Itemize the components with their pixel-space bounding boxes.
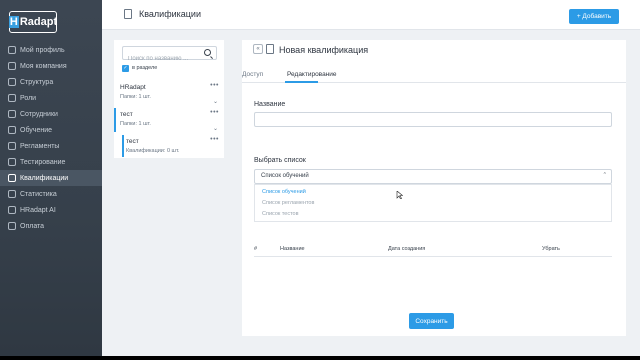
sidebar-item-label: Тестирование [20, 158, 66, 166]
list-dropdown: Список обучений Список регламентов Списо… [254, 184, 612, 222]
column-header-name: Название [280, 246, 305, 252]
folder-panel: ✓ в разделе HRadapt ••• Папки: 1 шт. ⌄ т… [114, 40, 224, 158]
save-button[interactable]: Сохранить [409, 313, 454, 329]
test-icon [8, 158, 16, 166]
sidebar-item-label: Регламенты [20, 142, 60, 150]
document-icon [8, 142, 16, 150]
main-area: Квалификации + Добавить ✓ в разделе HRad… [102, 0, 640, 356]
folder-count: Папки: 1 шт. [120, 121, 151, 127]
sidebar-item-payment[interactable]: Оплата [0, 218, 102, 234]
search-icon[interactable] [204, 49, 211, 56]
sidebar-item-testing[interactable]: Тестирование [0, 154, 102, 170]
in-section-checkbox[interactable]: ✓ [122, 65, 129, 72]
sidebar-item-qualifications[interactable]: Квалификации [0, 170, 102, 186]
active-tab-indicator [285, 81, 318, 83]
more-icon[interactable]: ••• [210, 136, 219, 143]
sidebar-item-label: Моя компания [20, 62, 67, 70]
checkbox-label: в разделе [132, 65, 158, 71]
sidebar-item-label: HRadapt AI [20, 206, 56, 214]
column-header-date: Дата создания [388, 246, 426, 252]
qualification-editor: « Новая квалификация Доступ Редактирован… [242, 40, 626, 336]
folder-name: тест [126, 138, 139, 145]
list-select[interactable]: Список обучений ˆ [254, 169, 612, 184]
stats-icon [8, 190, 16, 198]
document-icon [124, 9, 132, 19]
name-label: Название [254, 101, 286, 108]
editor-title: Новая квалификация [279, 45, 369, 55]
folder-item[interactable]: HRadapt ••• Папки: 1 шт. ⌄ [114, 82, 224, 106]
sidebar-item-label: Мой профиль [20, 46, 65, 54]
ai-icon [8, 206, 16, 214]
sidebar-item-label: Обучение [20, 126, 53, 134]
sidebar-item-ai[interactable]: HRadapt AI [0, 202, 102, 218]
book-icon [8, 126, 16, 134]
chart-icon [8, 174, 16, 182]
top-bar: Квалификации + Добавить [102, 0, 640, 30]
payment-icon [8, 222, 16, 230]
folder-item[interactable]: тест ••• Папки: 1 шт. ⌄ [114, 109, 224, 133]
chevron-down-icon[interactable]: ⌄ [213, 125, 218, 132]
tab-editing[interactable]: Редактирование [287, 71, 337, 78]
tab-access[interactable]: Доступ [242, 71, 263, 78]
sidebar-nav: Мой профиль Моя компания Структура Роли … [0, 42, 102, 234]
user-icon [8, 46, 16, 54]
search-field[interactable] [122, 46, 217, 65]
sidebar-item-label: Структура [20, 78, 54, 86]
sidebar-item-label: Сотрудники [20, 110, 58, 118]
sidebar-item-label: Роли [20, 94, 37, 102]
hradapt-logo[interactable]: H Radapt [8, 11, 58, 33]
folder-name: тест [120, 111, 133, 118]
folder-name: HRadapt [120, 84, 146, 91]
list-label: Выбрать список [254, 157, 306, 164]
add-button[interactable]: + Добавить [569, 9, 619, 24]
sidebar-item-company[interactable]: Моя компания [0, 58, 102, 74]
tab-bar: Доступ Редактирование [242, 68, 626, 83]
sidebar-item-roles[interactable]: Роли [0, 90, 102, 106]
table-divider [254, 256, 612, 257]
folder-item[interactable]: тест ••• Квалификации: 0 шт. [120, 136, 224, 158]
sidebar-item-training[interactable]: Обучение [0, 122, 102, 138]
mouse-cursor-icon [396, 191, 403, 199]
select-value: Список обучений [261, 173, 309, 179]
chevron-up-icon: ˆ [603, 173, 606, 180]
sidebar-item-statistics[interactable]: Статистика [0, 186, 102, 202]
sidebar-item-profile[interactable]: Мой профиль [0, 42, 102, 58]
logo-h: H [8, 16, 19, 28]
sidebar-item-label: Оплата [20, 222, 45, 230]
option-regulations[interactable]: Список регламентов [262, 200, 314, 206]
employees-icon [8, 110, 16, 118]
sidebar: H Radapt Мой профиль Моя компания Структу… [0, 0, 102, 356]
more-icon[interactable]: ••• [210, 109, 219, 116]
logo-text: Radapt [19, 16, 58, 28]
roles-icon [8, 94, 16, 102]
sidebar-item-label: Квалификации [20, 174, 69, 182]
chevron-down-icon[interactable]: ⌄ [213, 98, 218, 105]
double-chevron-left-icon: « [256, 46, 260, 52]
sidebar-item-structure[interactable]: Структура [0, 74, 102, 90]
column-header-number: # [254, 246, 258, 252]
document-icon [266, 44, 274, 54]
building-icon [8, 62, 16, 70]
option-tests[interactable]: Список тестов [262, 211, 299, 217]
sidebar-item-regulations[interactable]: Регламенты [0, 138, 102, 154]
option-trainings[interactable]: Список обучений [262, 189, 306, 195]
folder-count: Папки: 1 шт. [120, 94, 151, 100]
column-header-remove: Убрать [542, 246, 560, 252]
name-input[interactable] [254, 112, 612, 127]
folder-count: Квалификации: 0 шт. [126, 148, 180, 154]
search-input[interactable] [123, 53, 199, 65]
more-icon[interactable]: ••• [210, 82, 219, 89]
collapse-button[interactable]: « [253, 44, 263, 54]
structure-icon [8, 78, 16, 86]
sidebar-item-label: Статистика [20, 190, 57, 198]
sidebar-item-employees[interactable]: Сотрудники [0, 106, 102, 122]
page-title: Квалификации [139, 9, 201, 19]
